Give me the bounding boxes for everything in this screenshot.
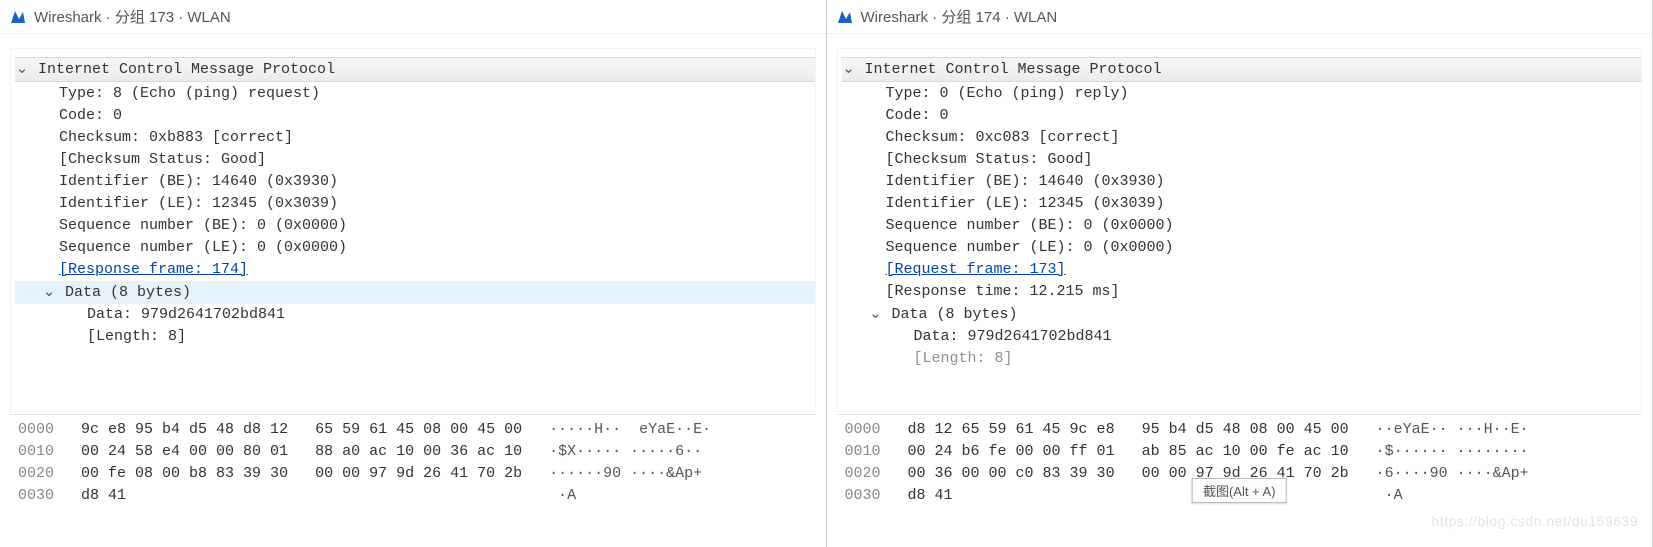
pane-left: Wireshark · 分组 173 · WLAN ⌄ Internet Con… [0, 0, 827, 547]
hex-dump-left[interactable]: 0000 9c e8 95 b4 d5 48 d8 12 65 59 61 45… [10, 414, 816, 547]
field-id-be[interactable]: Identifier (BE): 14640 (0x3930) [842, 171, 1642, 193]
pane-right: Wireshark · 分组 174 · WLAN ⌄ Internet Con… [827, 0, 1653, 547]
toggle-icon[interactable]: ⌄ [842, 58, 856, 80]
toggle-icon[interactable]: ⌄ [42, 281, 56, 303]
field-data[interactable]: Data: 979d2641702bd841 [15, 304, 815, 326]
field-type[interactable]: Type: 8 (Echo (ping) request) [15, 83, 815, 105]
proto-icmp-row[interactable]: ⌄ Internet Control Message Protocol [842, 57, 1642, 82]
field-resp-time[interactable]: [Response time: 12.215 ms] [842, 281, 1642, 303]
toggle-icon[interactable]: ⌄ [869, 303, 883, 325]
titlebar-left[interactable]: Wireshark · 分组 173 · WLAN [0, 0, 826, 34]
packet-details-right[interactable]: ⌄ Internet Control Message Protocol Type… [837, 48, 1643, 412]
request-frame-link[interactable]: [Request frame: 173] [886, 261, 1066, 278]
field-code[interactable]: Code: 0 [15, 105, 815, 127]
field-ref-link[interactable]: [Response frame: 174] [15, 259, 815, 281]
field-length[interactable]: [Length: 8] [842, 348, 1642, 370]
toggle-icon[interactable]: ⌄ [15, 58, 29, 80]
response-frame-link[interactable]: [Response frame: 174] [59, 261, 248, 278]
wireshark-icon [837, 9, 853, 25]
titlebar-right[interactable]: Wireshark · 分组 174 · WLAN [827, 0, 1653, 34]
proto-data-row[interactable]: ⌄ Data (8 bytes) [15, 281, 815, 304]
field-seq-be[interactable]: Sequence number (BE): 0 (0x0000) [842, 215, 1642, 237]
field-id-le[interactable]: Identifier (LE): 12345 (0x3039) [842, 193, 1642, 215]
field-code[interactable]: Code: 0 [842, 105, 1642, 127]
field-checksum-status[interactable]: [Checksum Status: Good] [15, 149, 815, 171]
field-seq-be[interactable]: Sequence number (BE): 0 (0x0000) [15, 215, 815, 237]
field-checksum-status[interactable]: [Checksum Status: Good] [842, 149, 1642, 171]
window-title: Wireshark · 分组 173 · WLAN [34, 6, 231, 27]
screenshot-button[interactable]: 截图(Alt + A) [1192, 478, 1287, 503]
field-id-le[interactable]: Identifier (LE): 12345 (0x3039) [15, 193, 815, 215]
field-id-be[interactable]: Identifier (BE): 14640 (0x3930) [15, 171, 815, 193]
window-title: Wireshark · 分组 174 · WLAN [861, 6, 1058, 27]
field-length[interactable]: [Length: 8] [15, 326, 815, 348]
field-checksum[interactable]: Checksum: 0xb883 [correct] [15, 127, 815, 149]
field-seq-le[interactable]: Sequence number (LE): 0 (0x0000) [842, 237, 1642, 259]
field-checksum[interactable]: Checksum: 0xc083 [correct] [842, 127, 1642, 149]
field-ref-link[interactable]: [Request frame: 173] [842, 259, 1642, 281]
field-seq-le[interactable]: Sequence number (LE): 0 (0x0000) [15, 237, 815, 259]
proto-icmp-row[interactable]: ⌄ Internet Control Message Protocol [15, 57, 815, 82]
wireshark-icon [10, 9, 26, 25]
proto-data-row[interactable]: ⌄ Data (8 bytes) [842, 303, 1642, 326]
field-data[interactable]: Data: 979d2641702bd841 [842, 326, 1642, 348]
packet-details-left[interactable]: ⌄ Internet Control Message Protocol Type… [10, 48, 816, 412]
field-type[interactable]: Type: 0 (Echo (ping) reply) [842, 83, 1642, 105]
